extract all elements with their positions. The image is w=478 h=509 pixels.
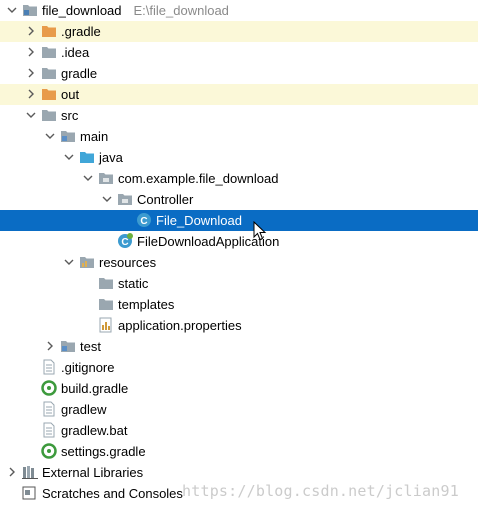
tree-item-label: File_Download: [156, 213, 242, 228]
chevron-down-icon[interactable]: [101, 193, 113, 205]
tree-row[interactable]: gradle: [0, 63, 478, 84]
spring-class-icon: C: [117, 233, 133, 249]
chevron-right-icon[interactable]: [25, 25, 37, 37]
tree-item-label: com.example.file_download: [118, 171, 279, 186]
text-file-icon: [41, 401, 57, 417]
tree-item-label: .idea: [61, 45, 90, 60]
tree-item-label: out: [61, 87, 80, 102]
tree-row[interactable]: com.example.file_download: [0, 168, 478, 189]
chevron-down-icon[interactable]: [63, 151, 75, 163]
tree-item-label: .gitignore: [61, 360, 115, 375]
project-path: E:\file_download: [133, 3, 229, 18]
tree-item-label: application.properties: [118, 318, 242, 333]
libraries-icon: [22, 464, 38, 480]
tree-item-label: file_download E:\file_download: [42, 3, 229, 18]
folder-module-icon: [60, 128, 76, 144]
tree-row[interactable]: main: [0, 126, 478, 147]
tree-item-label: main: [80, 129, 109, 144]
tree-row[interactable]: java: [0, 147, 478, 168]
gradle-file-icon: [41, 443, 57, 459]
package-icon: [98, 170, 114, 186]
folder-resources-icon: [79, 254, 95, 270]
tree-item-label: static: [118, 276, 149, 291]
text-file-icon: [41, 422, 57, 438]
tree-row[interactable]: C FileDownloadApplication: [0, 231, 478, 252]
tree-row[interactable]: External Libraries: [0, 462, 478, 483]
project-folder-icon: [22, 2, 38, 18]
tree-row[interactable]: gradlew.bat: [0, 420, 478, 441]
package-icon: [117, 191, 133, 207]
scratches-icon: [22, 485, 38, 501]
tree-row[interactable]: resources: [0, 252, 478, 273]
gradle-file-icon: [41, 380, 57, 396]
tree-item-label: test: [80, 339, 101, 354]
chevron-right-icon[interactable]: [25, 46, 37, 58]
tree-row[interactable]: test: [0, 336, 478, 357]
chevron-down-icon[interactable]: [25, 109, 37, 121]
tree-item-label: resources: [99, 255, 157, 270]
folder-gray-icon: [98, 296, 114, 312]
tree-item-label: build.gradle: [61, 381, 129, 396]
chevron-right-icon[interactable]: [44, 340, 56, 352]
folder-orange-icon: [41, 23, 57, 39]
tree-row[interactable]: settings.gradle: [0, 441, 478, 462]
folder-source-icon: [79, 149, 95, 165]
properties-file-icon: [98, 317, 114, 333]
chevron-right-icon[interactable]: [6, 466, 18, 478]
chevron-down-icon[interactable]: [63, 256, 75, 268]
folder-gray-icon: [98, 275, 114, 291]
svg-text:C: C: [140, 216, 147, 227]
tree-row[interactable]: C File_Download: [0, 210, 478, 231]
tree-item-label: gradle: [61, 66, 98, 81]
tree-item-label: Scratches and Consoles: [42, 486, 183, 501]
tree-item-label: src: [61, 108, 79, 123]
watermark: https://blog.csdn.net/jclian91: [182, 482, 459, 500]
tree-item-label: settings.gradle: [61, 444, 146, 459]
tree-row[interactable]: application.properties: [0, 315, 478, 336]
text-file-icon: [41, 359, 57, 375]
tree-row[interactable]: .idea: [0, 42, 478, 63]
folder-orange-icon: [41, 86, 57, 102]
tree-row[interactable]: static: [0, 273, 478, 294]
tree-item-label: java: [99, 150, 123, 165]
mouse-cursor-icon: [253, 220, 267, 244]
tree-item-label: templates: [118, 297, 175, 312]
tree-row[interactable]: .gitignore: [0, 357, 478, 378]
tree-row[interactable]: Controller: [0, 189, 478, 210]
class-icon: C: [136, 212, 152, 228]
svg-text:C: C: [121, 237, 128, 248]
tree-row[interactable]: .gradle: [0, 21, 478, 42]
chevron-right-icon[interactable]: [25, 88, 37, 100]
folder-gray-icon: [41, 65, 57, 81]
chevron-down-icon[interactable]: [44, 130, 56, 142]
chevron-down-icon[interactable]: [82, 172, 94, 184]
chevron-right-icon[interactable]: [25, 67, 37, 79]
tree-row[interactable]: file_download E:\file_download: [0, 0, 478, 21]
tree-item-label: Controller: [137, 192, 194, 207]
tree-item-label: gradlew: [61, 402, 107, 417]
chevron-down-icon[interactable]: [6, 4, 18, 16]
tree-row[interactable]: build.gradle: [0, 378, 478, 399]
tree-row[interactable]: gradlew: [0, 399, 478, 420]
tree-item-label: .gradle: [61, 24, 101, 39]
folder-module-icon: [60, 338, 76, 354]
tree-row[interactable]: templates: [0, 294, 478, 315]
tree-item-label: gradlew.bat: [61, 423, 128, 438]
folder-gray-icon: [41, 44, 57, 60]
tree-item-label: External Libraries: [42, 465, 144, 480]
folder-gray-icon: [41, 107, 57, 123]
tree-row[interactable]: out: [0, 84, 478, 105]
tree-row[interactable]: src: [0, 105, 478, 126]
